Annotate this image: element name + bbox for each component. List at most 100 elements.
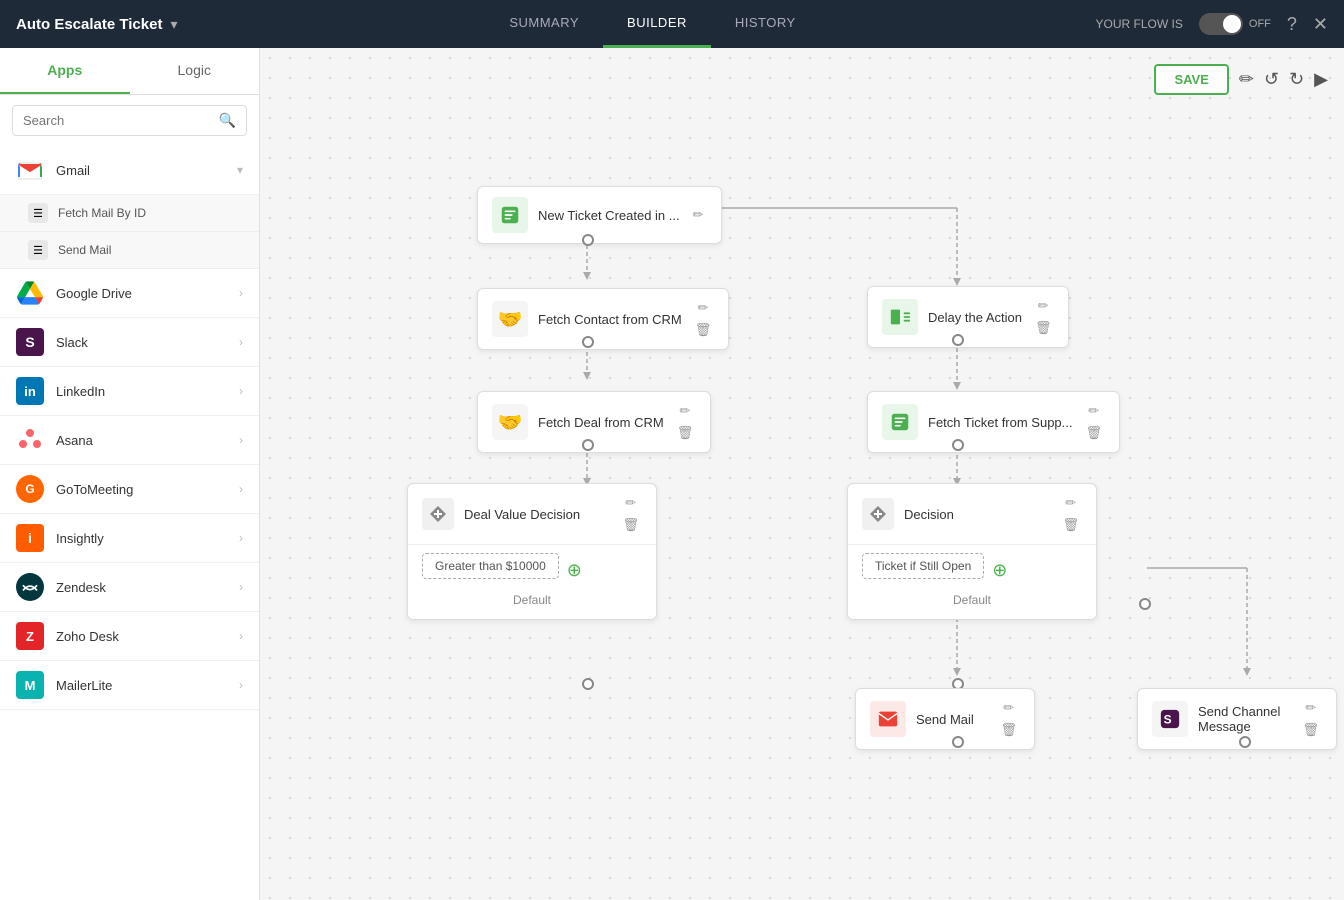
mailerlite-icon: M	[16, 671, 44, 699]
fetch-contact-bottom-connector	[582, 336, 594, 348]
undo-button[interactable]: ↺	[1264, 69, 1279, 90]
deal-branch-add[interactable]: ⊕	[567, 560, 582, 581]
linkedin-label: LinkedIn	[56, 384, 239, 399]
fetch-deal-label: Fetch Deal from CRM	[538, 415, 664, 430]
send-mail-bottom-connector	[952, 736, 964, 748]
delay-label: Delay the Action	[928, 310, 1022, 325]
app-item-zohodesk[interactable]: Z Zoho Desk ›	[0, 612, 259, 661]
delay-icon	[882, 299, 918, 335]
sidebar: Apps Logic 🔍 Gmail ▾ ☰ Fetch Mail By ID …	[0, 48, 260, 900]
app-item-insightly[interactable]: i Insightly ›	[0, 514, 259, 563]
insightly-label: Insightly	[56, 531, 239, 546]
mailerlite-chevron: ›	[239, 678, 243, 692]
flow-toggle[interactable]	[1199, 13, 1243, 35]
fetch-ticket-edit[interactable]: ✏	[1083, 402, 1106, 420]
delay-delete[interactable]: 🗑	[1032, 319, 1055, 337]
app-item-google-drive[interactable]: Google Drive ›	[0, 269, 259, 318]
send-mail-edit[interactable]: ✏	[997, 699, 1020, 717]
linkedin-chevron: ›	[239, 384, 243, 398]
sub-item-fetch-mail[interactable]: ☰ Fetch Mail By ID	[0, 195, 259, 232]
deal-decision-delete[interactable]: 🗑	[619, 516, 642, 534]
flow-canvas-area[interactable]: SAVE ✏ ↺ ↻ ▶	[260, 48, 1344, 900]
node-delay[interactable]: Delay the Action ✏ 🗑	[867, 286, 1069, 348]
send-channel-delete[interactable]: 🗑	[1299, 721, 1322, 739]
node-fetch-contact[interactable]: 🤝 Fetch Contact from CRM ✏ 🗑	[477, 288, 729, 350]
app-item-gotomeeting[interactable]: G GoToMeeting ›	[0, 465, 259, 514]
pen-button[interactable]: ✏	[1239, 69, 1254, 90]
decision-branch-add[interactable]: ⊕	[992, 560, 1007, 581]
zendesk-icon	[16, 573, 44, 601]
fetch-contact-delete[interactable]: 🗑	[692, 321, 715, 339]
search-wrap: 🔍	[12, 105, 247, 136]
node-new-ticket[interactable]: New Ticket Created in ... ✏	[477, 186, 722, 244]
slack-icon: S	[16, 328, 44, 356]
zendesk-label: Zendesk	[56, 580, 239, 595]
node-fetch-deal[interactable]: 🤝 Fetch Deal from CRM ✏ 🗑	[477, 391, 711, 453]
redo-button[interactable]: ↻	[1289, 69, 1304, 90]
fetch-deal-delete[interactable]: 🗑	[674, 424, 697, 442]
svg-text:S: S	[1164, 713, 1172, 727]
decision-branches: Ticket if Still Open ⊕ Default	[848, 545, 1096, 619]
linkedin-icon: in	[16, 377, 44, 405]
fetch-contact-edit[interactable]: ✏	[692, 299, 715, 317]
app-item-gmail[interactable]: Gmail ▾	[0, 146, 259, 195]
new-ticket-label: New Ticket Created in ...	[538, 208, 680, 223]
fetch-ticket-delete[interactable]: 🗑	[1083, 424, 1106, 442]
node-decision[interactable]: Decision ✏ 🗑 Ticket if Still Open ⊕ Defa…	[847, 483, 1097, 620]
send-mail-delete[interactable]: 🗑	[997, 721, 1020, 739]
asana-icon	[16, 426, 44, 454]
fetch-contact-label: Fetch Contact from CRM	[538, 312, 682, 327]
sub-item-send-mail[interactable]: ☰ Send Mail	[0, 232, 259, 269]
close-button[interactable]: ✕	[1313, 14, 1328, 35]
flow-title-chevron[interactable]: ▾	[170, 16, 177, 33]
delay-edit[interactable]: ✏	[1032, 297, 1055, 315]
fetch-deal-edit[interactable]: ✏	[674, 402, 697, 420]
asana-chevron: ›	[239, 433, 243, 447]
top-nav: Auto Escalate Ticket ▾ SUMMARY BUILDER H…	[0, 0, 1344, 48]
node-fetch-ticket[interactable]: Fetch Ticket from Supp... ✏ 🗑	[867, 391, 1120, 453]
deal-decision-branches: Greater than $10000 ⊕ Default	[408, 545, 656, 619]
decision-delete[interactable]: 🗑	[1059, 516, 1082, 534]
branch-ticket-open[interactable]: Ticket if Still Open	[862, 553, 984, 579]
tab-builder[interactable]: BUILDER	[603, 0, 711, 48]
node-send-mail[interactable]: Send Mail ✏ 🗑	[855, 688, 1035, 750]
deal-decision-icon	[422, 498, 454, 530]
sidebar-tab-apps[interactable]: Apps	[0, 48, 130, 94]
sidebar-tabs: Apps Logic	[0, 48, 259, 95]
save-button[interactable]: SAVE	[1154, 64, 1228, 95]
gdrive-chevron: ›	[239, 286, 243, 300]
decision-branch-default: Default	[862, 587, 1082, 611]
node-deal-decision[interactable]: Deal Value Decision ✏ 🗑 Greater than $10…	[407, 483, 657, 620]
tab-history[interactable]: HISTORY	[711, 0, 820, 48]
fetch-contact-actions: ✏ 🗑	[692, 299, 715, 339]
deal-decision-edit[interactable]: ✏	[619, 494, 642, 512]
app-item-slack[interactable]: S Slack ›	[0, 318, 259, 367]
tab-summary[interactable]: SUMMARY	[485, 0, 603, 48]
zohodesk-label: Zoho Desk	[56, 629, 239, 644]
play-button[interactable]: ▶	[1314, 69, 1328, 90]
zendesk-chevron: ›	[239, 580, 243, 594]
goto-icon: G	[16, 475, 44, 503]
fetch-contact-icon: 🤝	[492, 301, 528, 337]
app-item-linkedin[interactable]: in LinkedIn ›	[0, 367, 259, 416]
fetch-mail-icon: ☰	[28, 203, 48, 223]
send-mail-icon: ☰	[28, 240, 48, 260]
sidebar-tab-logic[interactable]: Logic	[130, 48, 260, 94]
fetch-ticket-label: Fetch Ticket from Supp...	[928, 415, 1073, 430]
gmail-chevron: ▾	[237, 163, 243, 177]
app-item-zendesk[interactable]: Zendesk ›	[0, 563, 259, 612]
canvas-toolbar: SAVE ✏ ↺ ↻ ▶	[1154, 64, 1328, 95]
decision-label: Decision	[904, 507, 1049, 522]
delay-bottom-connector	[952, 334, 964, 346]
decision-edit[interactable]: ✏	[1059, 494, 1082, 512]
help-button[interactable]: ?	[1287, 14, 1297, 35]
app-item-mailerlite[interactable]: M MailerLite ›	[0, 661, 259, 710]
search-input[interactable]	[23, 113, 213, 128]
node-send-channel[interactable]: S Send Channel Message ✏ 🗑	[1137, 688, 1337, 750]
delay-actions: ✏ 🗑	[1032, 297, 1055, 337]
new-ticket-edit[interactable]: ✏	[690, 206, 707, 224]
app-item-asana[interactable]: Asana ›	[0, 416, 259, 465]
deal-branch-gt10k[interactable]: Greater than $10000	[422, 553, 559, 579]
fetch-mail-label: Fetch Mail By ID	[58, 206, 146, 220]
send-channel-edit[interactable]: ✏	[1299, 699, 1322, 717]
